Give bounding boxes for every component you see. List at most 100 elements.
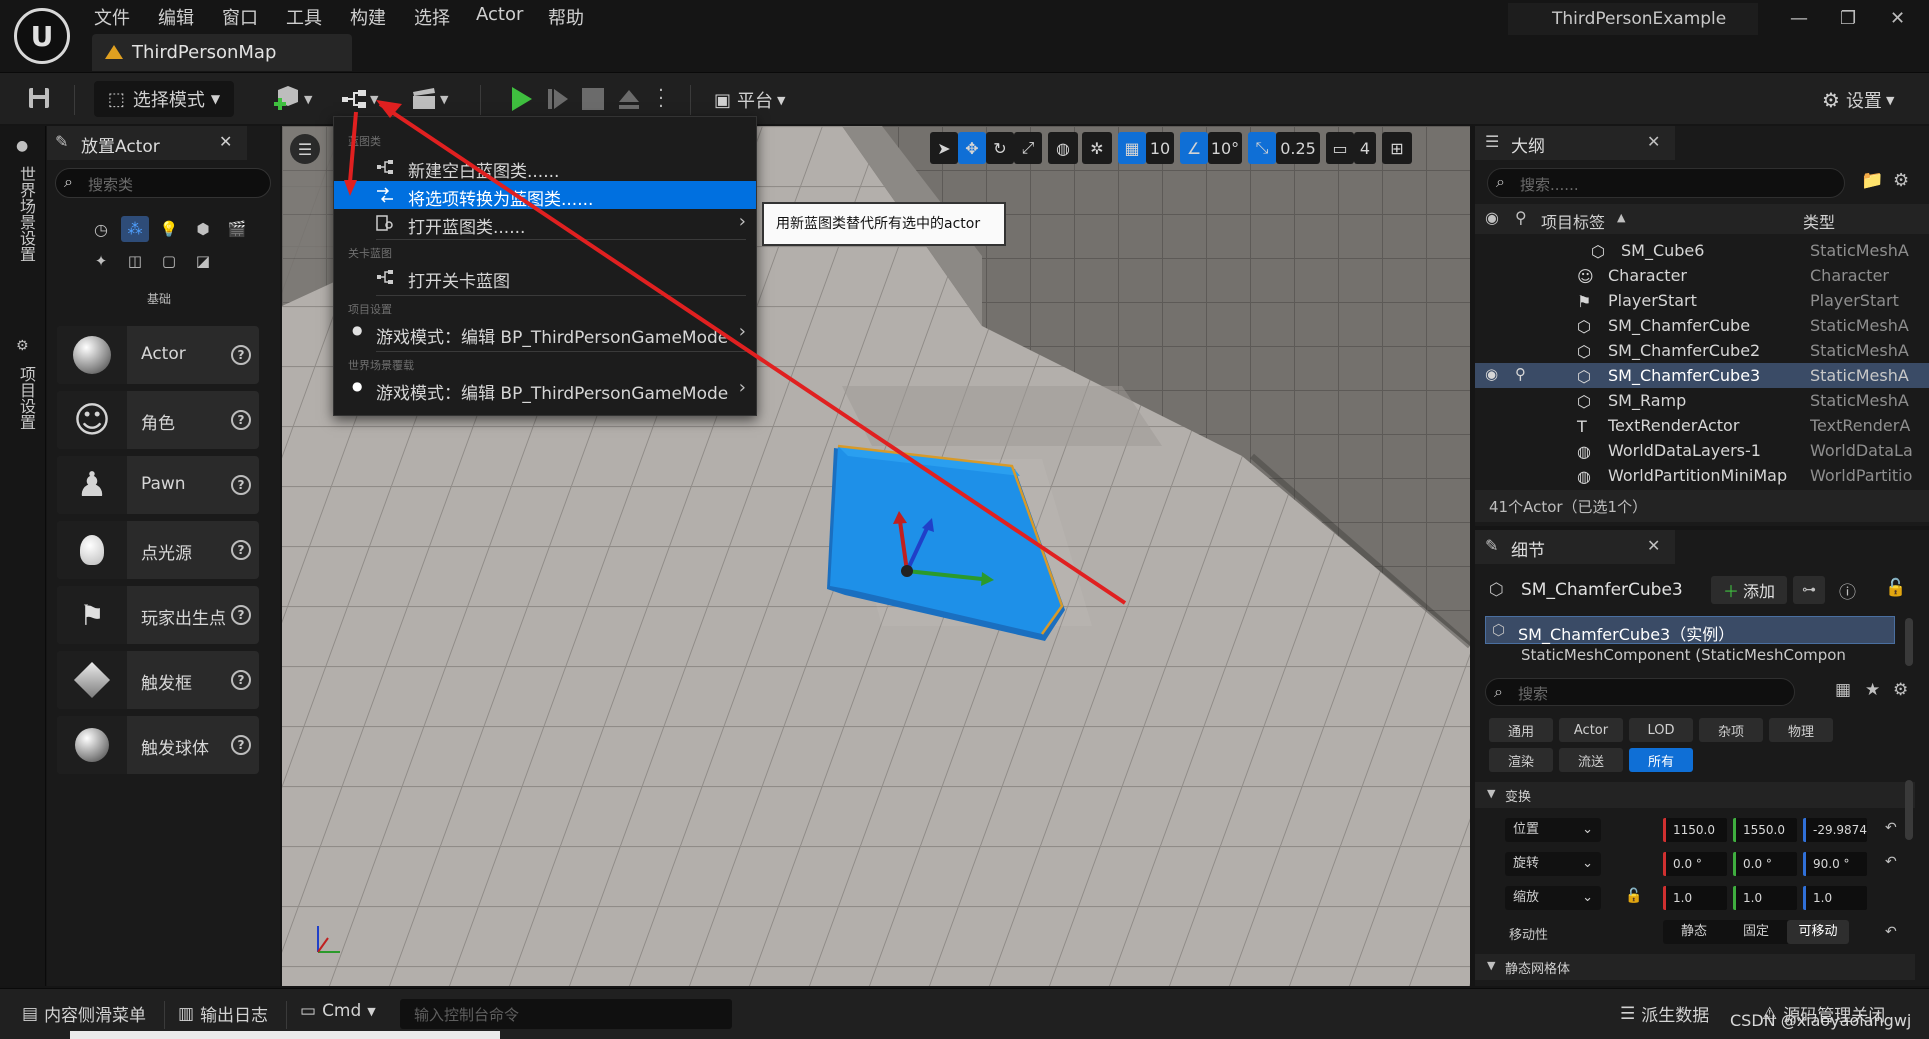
menu-edit[interactable]: 编辑 (158, 4, 194, 30)
outliner-row[interactable]: ⬡ SM_ChamferCube2 StaticMeshA (1475, 338, 1929, 363)
outliner-search-input[interactable]: ⌕ 搜索...... (1487, 168, 1845, 198)
rotation-z-field[interactable]: 90.0 ° (1803, 852, 1867, 876)
scrollbar[interactable] (1905, 780, 1913, 840)
restore-button[interactable]: ❐ (1840, 8, 1856, 29)
menu-help[interactable]: 帮助 (548, 4, 584, 30)
eject-icon[interactable] (616, 87, 642, 111)
place-item-point-light[interactable]: 点光源 ? (57, 521, 259, 579)
transform-section-header[interactable]: ▼ 变换 (1475, 782, 1915, 808)
rotation-snap-value[interactable]: 10° (1208, 132, 1242, 164)
step-icon[interactable] (546, 87, 570, 111)
camera-speed-icon[interactable]: ▭ (1326, 132, 1354, 164)
new-empty-blueprint-item[interactable]: 新建空白蓝图类...... (334, 153, 756, 182)
rotation-snap-icon[interactable]: ∠ (1180, 132, 1208, 164)
component-row[interactable]: StaticMeshComponent (StaticMeshCompon (1485, 646, 1895, 664)
mobility-movable[interactable]: 可移动 (1787, 920, 1849, 944)
all-classes-icon[interactable]: ◪ (189, 248, 217, 274)
rotation-y-field[interactable]: 0.0 ° (1733, 852, 1797, 876)
scale-x-field[interactable]: 1.0 (1663, 886, 1727, 910)
place-item-actor[interactable]: Actor ? (57, 326, 259, 384)
column-type-header[interactable]: 类型 (1803, 209, 1835, 233)
help-icon[interactable]: ? (231, 670, 251, 690)
minimize-button[interactable]: — (1790, 8, 1808, 29)
location-dropdown[interactable]: 位置 ⌄ (1505, 818, 1601, 842)
filter-general[interactable]: 通用 (1489, 718, 1553, 742)
component-instance-row[interactable]: ⬡ SM_ChamferCube3（实例） (1485, 616, 1895, 644)
outliner-row[interactable]: ⬡ SM_ChamferCube StaticMeshA (1475, 313, 1929, 338)
open-blueprint-item[interactable]: 打开蓝图类...... › (334, 209, 756, 238)
help-icon[interactable]: ? (231, 540, 251, 560)
scale-dropdown[interactable]: 缩放 ⌄ (1505, 886, 1601, 910)
help-icon[interactable]: ⓘ (1839, 578, 1856, 603)
scale-tool-icon[interactable]: ⤢ (1014, 132, 1042, 164)
filter-lod[interactable]: LOD (1629, 718, 1693, 742)
open-level-blueprint-item[interactable]: 打开关卡蓝图 (334, 263, 756, 292)
place-item-trigger-sphere[interactable]: 触发球体 ? (57, 716, 259, 774)
basic-icon[interactable]: ⁂ (121, 216, 149, 242)
blueprint-button[interactable]: ▼ (340, 83, 388, 115)
close-button[interactable]: ✕ (1890, 8, 1905, 29)
blueprint-icon[interactable]: ⊶ (1793, 576, 1825, 604)
mobility-stationary[interactable]: 固定 (1725, 920, 1787, 944)
help-icon[interactable]: ? (231, 475, 251, 495)
menu-select[interactable]: 选择 (414, 4, 450, 30)
viewport-options-button[interactable]: ☰ (290, 134, 320, 164)
play-icon[interactable] (508, 85, 534, 113)
filter-misc[interactable]: 杂项 (1699, 718, 1763, 742)
unreal-logo[interactable]: U (14, 8, 70, 64)
volumes-icon[interactable]: ▢ (155, 248, 183, 274)
filter-actor[interactable]: Actor (1559, 718, 1623, 742)
location-y-field[interactable]: 1550.0 (1733, 818, 1797, 842)
scrollbar[interactable] (1905, 618, 1913, 666)
visibility-icon[interactable]: ◉ (1485, 208, 1499, 227)
static-mesh-section-header[interactable]: ▼ 静态网格体 (1475, 954, 1915, 980)
more-options-icon[interactable]: · · · (656, 82, 666, 116)
scale-z-field[interactable]: 1.0 (1803, 886, 1867, 910)
recent-icon[interactable]: ◷ (87, 216, 115, 242)
cmd-dropdown[interactable]: ▭ Cmd ▼ (300, 1001, 376, 1021)
select-mode-button[interactable]: ⬚ 选择模式 ▼ (94, 81, 234, 117)
location-z-field[interactable]: -29.9874 (1803, 818, 1867, 842)
cinematic-icon[interactable]: 🎬 (223, 216, 251, 242)
filter-physics[interactable]: 物理 (1769, 718, 1833, 742)
platforms-button[interactable]: ▣ 平台 ▼ (714, 87, 785, 113)
help-icon[interactable]: ? (231, 605, 251, 625)
location-x-field[interactable]: 1150.0 (1663, 818, 1727, 842)
menu-window[interactable]: 窗口 (222, 4, 258, 30)
help-icon[interactable]: ? (231, 345, 251, 365)
place-actor-tab[interactable]: ✎ 放置Actor ✕ (47, 126, 247, 160)
outliner-tab[interactable]: ☰ 大纲 ✕ (1475, 126, 1675, 160)
reset-icon[interactable]: ↶ (1885, 854, 1897, 870)
scale-snap-value[interactable]: 0.25 (1276, 132, 1320, 164)
reset-icon[interactable]: ↶ (1885, 820, 1897, 836)
place-actor-search-input[interactable]: ⌕ 搜索类 (55, 168, 271, 198)
add-folder-icon[interactable]: 📁 (1861, 170, 1883, 191)
menu-file[interactable]: 文件 (94, 4, 130, 30)
project-game-mode-item[interactable]: ● 游戏模式：编辑 BP_ThirdPersonGameMode › (334, 319, 756, 348)
outliner-row-selected[interactable]: ◉ ⚲ ⬡ SM_ChamferCube3 StaticMeshA (1475, 363, 1929, 388)
gear-icon[interactable]: ⚙ (1893, 170, 1909, 191)
place-item-pawn[interactable]: ♟ Pawn ? (57, 456, 259, 514)
details-tab[interactable]: ✎ 细节 ✕ (1475, 530, 1675, 564)
outliner-row[interactable]: ◍ WorldPartitionMiniMap WorldPartitio (1475, 463, 1929, 488)
rotation-dropdown[interactable]: 旋转 ⌄ (1505, 852, 1601, 876)
reset-icon[interactable]: ↶ (1885, 924, 1897, 940)
pin-icon[interactable]: ⚲ (1515, 208, 1527, 227)
viewport-layout-icon[interactable]: ⊞ (1382, 132, 1412, 164)
settings-button[interactable]: ⚙ 设置 ▼ (1822, 87, 1894, 113)
surface-snap-icon[interactable]: ✲ (1082, 132, 1112, 164)
filter-all[interactable]: 所有 (1629, 748, 1693, 772)
grid-snap-icon[interactable]: ▦ (1118, 132, 1146, 164)
shapes-icon[interactable]: ⬢ (189, 216, 217, 242)
help-icon[interactable]: ? (231, 735, 251, 755)
world-space-icon[interactable]: ◍ (1048, 132, 1078, 164)
world-settings-tab[interactable]: 世界场景设置 (14, 166, 38, 262)
rotation-x-field[interactable]: 0.0 ° (1663, 852, 1727, 876)
place-item-character[interactable]: ☺ 角色 ? (57, 391, 259, 449)
place-item-trigger-box[interactable]: 触发框 ? (57, 651, 259, 709)
add-component-button[interactable]: ＋ 添加 (1711, 576, 1787, 604)
mobility-static[interactable]: 静态 (1663, 920, 1725, 944)
select-tool-icon[interactable]: ➤ (930, 132, 958, 164)
convert-selection-item[interactable]: 将选项转换为蓝图类...... (334, 181, 756, 210)
filter-rendering[interactable]: 渲染 (1489, 748, 1553, 772)
